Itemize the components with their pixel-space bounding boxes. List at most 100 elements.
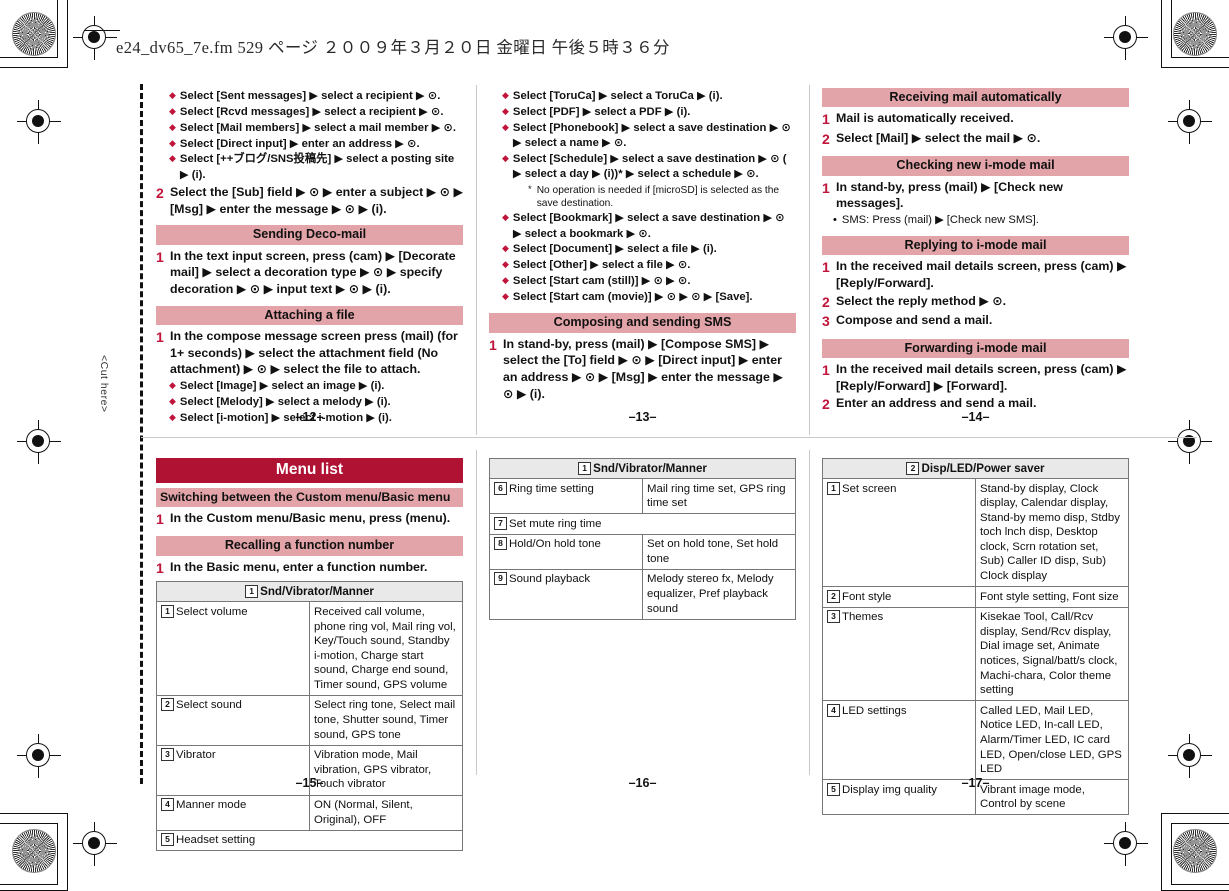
bullet-text: Select [PDF] ▶ select a PDF ▶ (i). bbox=[512, 105, 691, 118]
menu-item-label: LED settings bbox=[842, 704, 907, 717]
menu-number-badge: 1 bbox=[827, 481, 840, 495]
diamond-bullet-icon: ◆ bbox=[502, 90, 509, 100]
table-header-cell: 1 Snd/Vibrator/Manner bbox=[489, 458, 796, 479]
bullet-text: Select [Bookmark] ▶ select a save destin… bbox=[512, 212, 785, 240]
table-cell-value: Called LED, Mail LED, Notice LED, In-cal… bbox=[975, 700, 1129, 781]
table-cell-label: 1 Select volume bbox=[156, 601, 310, 696]
folio-page-12: –12– bbox=[295, 410, 324, 424]
step-text: Compose and send a mail. bbox=[836, 313, 993, 328]
diamond-bullet-icon: ◆ bbox=[169, 395, 176, 406]
diamond-bullet-icon: ◆ bbox=[502, 243, 509, 254]
step-text: In the Basic menu, enter a function numb… bbox=[170, 559, 428, 574]
table-cell-label: 2 Select sound bbox=[156, 694, 310, 746]
menu-number-badge: 2 bbox=[906, 462, 920, 475]
table-cell-label: 8 Hold/On hold tone bbox=[489, 533, 643, 570]
step-item: 2 Select [Mail] ▶ select the mail ▶ ⊙. bbox=[822, 130, 1129, 148]
diamond-bullet-icon: ◆ bbox=[502, 105, 509, 116]
menu-number-badge: 2 bbox=[827, 589, 840, 603]
step-text: In the received mail details screen, pre… bbox=[836, 362, 1127, 393]
diamond-bullet-icon: ◆ bbox=[169, 137, 176, 148]
section-heading-recalling-function-number: Recalling a function number bbox=[156, 536, 463, 556]
step-number: 1 bbox=[156, 248, 164, 265]
list-item: ◆ Select [Start cam (movie)] ▶ ⊙ ▶ ⊙ ▶ [… bbox=[502, 290, 796, 305]
diamond-bullet-icon: ◆ bbox=[169, 121, 176, 132]
step-text: In the text input screen, press (cam) ▶ … bbox=[170, 248, 456, 297]
step-text: In stand-by, press (mail) ▶ [Check new m… bbox=[836, 179, 1063, 211]
table-cell-label: 7 Set mute ring time bbox=[489, 513, 796, 535]
registration-mark-bottom-left bbox=[73, 822, 117, 866]
table-row: 7 Set mute ring time bbox=[489, 513, 796, 535]
step-item: 1 In stand-by, press (mail) ▶ [Compose S… bbox=[489, 336, 796, 402]
bullet-text: Select [Schedule] ▶ select a save destin… bbox=[512, 152, 787, 181]
list-item: ◆ Select [PDF] ▶ select a PDF ▶ (i). bbox=[502, 105, 796, 120]
table-cell-value: Received call volume, phone ring vol, Ma… bbox=[309, 601, 463, 696]
step-number: 1 bbox=[156, 559, 164, 576]
step-item: 1 Mail is automatically received. bbox=[822, 110, 1129, 128]
step-number: 1 bbox=[822, 111, 830, 128]
list-item: ◆ Select [Image] ▶ select an image ▶ (i)… bbox=[169, 379, 463, 394]
registration-mark-top-right bbox=[1104, 16, 1148, 60]
table-header-label: Disp/LED/Power saver bbox=[921, 462, 1045, 475]
step-number: 1 bbox=[822, 362, 830, 379]
bullet-text: Select [++ブログ/SNS投稿先] ▶ select a posting… bbox=[179, 153, 455, 181]
menu-number-badge: 4 bbox=[827, 703, 840, 717]
menu-number-badge: 9 bbox=[494, 572, 507, 586]
menu-item-label: Select sound bbox=[176, 699, 242, 712]
diamond-bullet-icon: ◆ bbox=[502, 121, 509, 132]
section-heading-checking-new-imode-mail: Checking new i-mode mail bbox=[822, 156, 1129, 176]
table-row: 5 Headset setting bbox=[156, 829, 463, 852]
bullet-text: Select [Rcvd messages] ▶ select a recipi… bbox=[179, 105, 444, 118]
table-row: 3 Themes Kisekae Tool, Call/Rcv display, … bbox=[822, 606, 1129, 702]
crop-corner-top-left-inner bbox=[0, 0, 68, 68]
menu-number-badge: 4 bbox=[161, 798, 174, 812]
menu-number-badge: 2 bbox=[161, 698, 174, 712]
menu-number-badge: 8 bbox=[494, 537, 507, 551]
step-item: 1 In the Basic menu, enter a function nu… bbox=[156, 559, 463, 577]
diamond-bullet-icon: ◆ bbox=[502, 290, 509, 301]
list-item: ◆ Select [Schedule] ▶ select a save dest… bbox=[502, 152, 796, 183]
folio-page-14: –14– bbox=[961, 410, 990, 424]
footnote-marker: * bbox=[528, 183, 532, 195]
menu-number-badge: 5 bbox=[161, 833, 174, 847]
table-header-cell: 1 Snd/Vibrator/Manner bbox=[156, 581, 463, 603]
table-cell-value: Stand-by display, Clock display, Calenda… bbox=[975, 477, 1129, 588]
table-cell-label: 6 Ring time setting bbox=[489, 477, 643, 515]
step-item: 1 In the Custom menu/Basic menu, press (… bbox=[156, 510, 463, 528]
file-header-text: e24_dv65_7e.fm 529 ページ ２００９年３月２０日 金曜日 午後… bbox=[116, 38, 670, 57]
menu-item-label: Font style bbox=[842, 590, 892, 603]
list-item: ◆ Select [Melody] ▶ select a melody ▶ (i… bbox=[169, 395, 463, 410]
crop-corner-bottom-right-inner bbox=[1161, 813, 1229, 891]
list-item: ◆ Select [Bookmark] ▶ select a save dest… bbox=[502, 211, 796, 242]
diamond-bullet-icon: ◆ bbox=[169, 90, 176, 100]
step-number: 2 bbox=[822, 293, 830, 310]
list-item: ◆ Select [Sent messages] ▶ select a reci… bbox=[169, 89, 463, 104]
registration-mark-mid-left-2 bbox=[17, 420, 61, 464]
crop-corner-bottom-left-inner bbox=[0, 813, 68, 891]
registration-mark-mid-right-3 bbox=[1168, 734, 1212, 778]
diamond-bullet-icon: ◆ bbox=[169, 379, 176, 390]
menu-table-snd-vibrator-manner-1: 1 Snd/Vibrator/Manner 1 Select volume Rece… bbox=[156, 581, 463, 852]
step-text: In stand-by, press (mail) ▶ [Compose SMS… bbox=[503, 336, 783, 401]
diamond-bullet-icon: ◆ bbox=[502, 212, 509, 223]
chapter-title-menu-list: Menu list bbox=[156, 458, 463, 483]
table-row: 4 Manner mode ON (Normal, Silent, Origina… bbox=[156, 794, 463, 831]
table-header-cell: 2 Disp/LED/Power saver bbox=[822, 458, 1129, 479]
section-heading-forwarding-imode-mail: Forwarding i-mode mail bbox=[822, 338, 1129, 359]
registration-mark-mid-left-3 bbox=[17, 734, 61, 778]
bullet-text: Select [Sent messages] ▶ select a recipi… bbox=[179, 90, 441, 102]
header-rule bbox=[84, 30, 120, 32]
table-row: 2 Select sound Select ring tone, Select m… bbox=[156, 694, 463, 746]
menu-item-label: Hold/On hold tone bbox=[509, 538, 601, 551]
folio-page-15: –15– bbox=[295, 776, 324, 790]
menu-item-label: Ring time setting bbox=[509, 482, 594, 495]
menu-item-label: Sound playback bbox=[509, 573, 591, 586]
panel-page-16: 1 Snd/Vibrator/Manner 6 Ring time setting … bbox=[489, 458, 796, 620]
panel-page-14: Receiving mail automatically 1 Mail is a… bbox=[822, 88, 1129, 415]
list-item: ◆ Select [ToruCa] ▶ select a ToruCa ▶ (i… bbox=[502, 89, 796, 104]
bullet-text: Select [ToruCa] ▶ select a ToruCa ▶ (i). bbox=[512, 90, 723, 102]
step-text: Select [Mail] ▶ select the mail ▶ ⊙. bbox=[836, 130, 1041, 145]
diamond-bullet-icon: ◆ bbox=[502, 259, 509, 270]
step-number: 1 bbox=[156, 329, 164, 346]
step-text: In the received mail details screen, pre… bbox=[836, 259, 1127, 291]
section-heading-sending-deco-mail: Sending Deco-mail bbox=[156, 225, 463, 245]
